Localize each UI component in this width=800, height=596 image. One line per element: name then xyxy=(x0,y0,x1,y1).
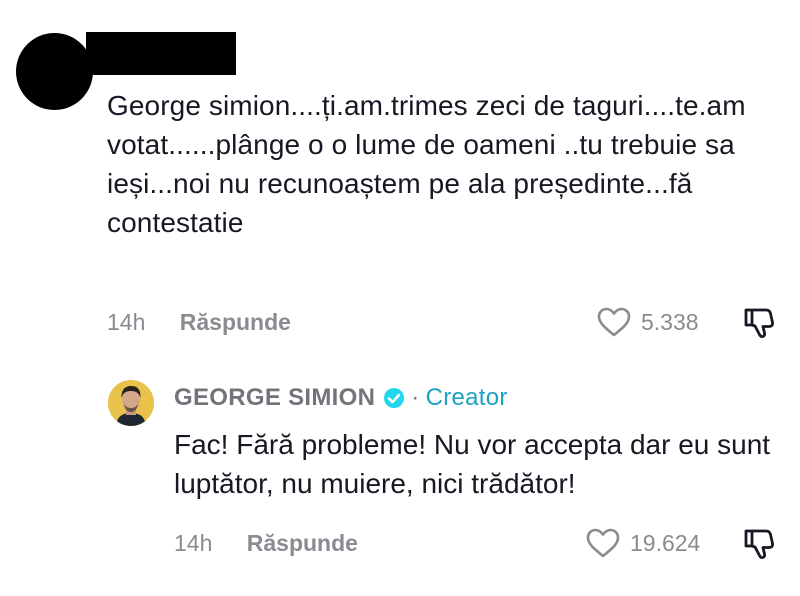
verified-check-icon xyxy=(383,387,405,409)
comment-timestamp: 14h xyxy=(107,309,146,335)
comment-meta: 14h Răspunde xyxy=(107,309,291,336)
reply-dislike-button[interactable] xyxy=(741,526,777,567)
redacted-username xyxy=(86,32,236,75)
thumbs-down-icon xyxy=(744,308,774,338)
heart-outline-icon xyxy=(586,528,620,558)
reply-text: Fac! Fără probleme! Nu vor accepta dar e… xyxy=(174,429,771,499)
reply-timestamp: 14h xyxy=(174,530,213,556)
reply-author-avatar[interactable] xyxy=(108,380,154,426)
thumbs-down-icon xyxy=(744,529,774,559)
reply-reply-button[interactable]: Răspunde xyxy=(247,530,358,556)
comment-like-button[interactable]: 5.338 xyxy=(596,306,699,338)
commenter-avatar[interactable] xyxy=(16,33,93,110)
creator-badge: Creator xyxy=(425,384,508,411)
heart-outline-icon xyxy=(597,307,631,337)
comment-like-count: 5.338 xyxy=(641,308,699,335)
reply-like-button[interactable]: 19.624 xyxy=(585,527,700,559)
reply-author-line: GEORGE SIMION · Creator xyxy=(174,384,508,412)
reply-meta: 14h Răspunde xyxy=(174,530,358,557)
reply-like-count: 19.624 xyxy=(630,529,701,556)
comment-text: George simion....ți.am.trimes zeci de ta… xyxy=(107,90,746,238)
avatar-portrait xyxy=(108,380,154,426)
reply-author-name[interactable]: GEORGE SIMION xyxy=(174,384,375,412)
comment-reply-button[interactable]: Răspunde xyxy=(180,309,291,335)
name-separator: · xyxy=(411,384,420,411)
comment-dislike-button[interactable] xyxy=(741,305,777,346)
